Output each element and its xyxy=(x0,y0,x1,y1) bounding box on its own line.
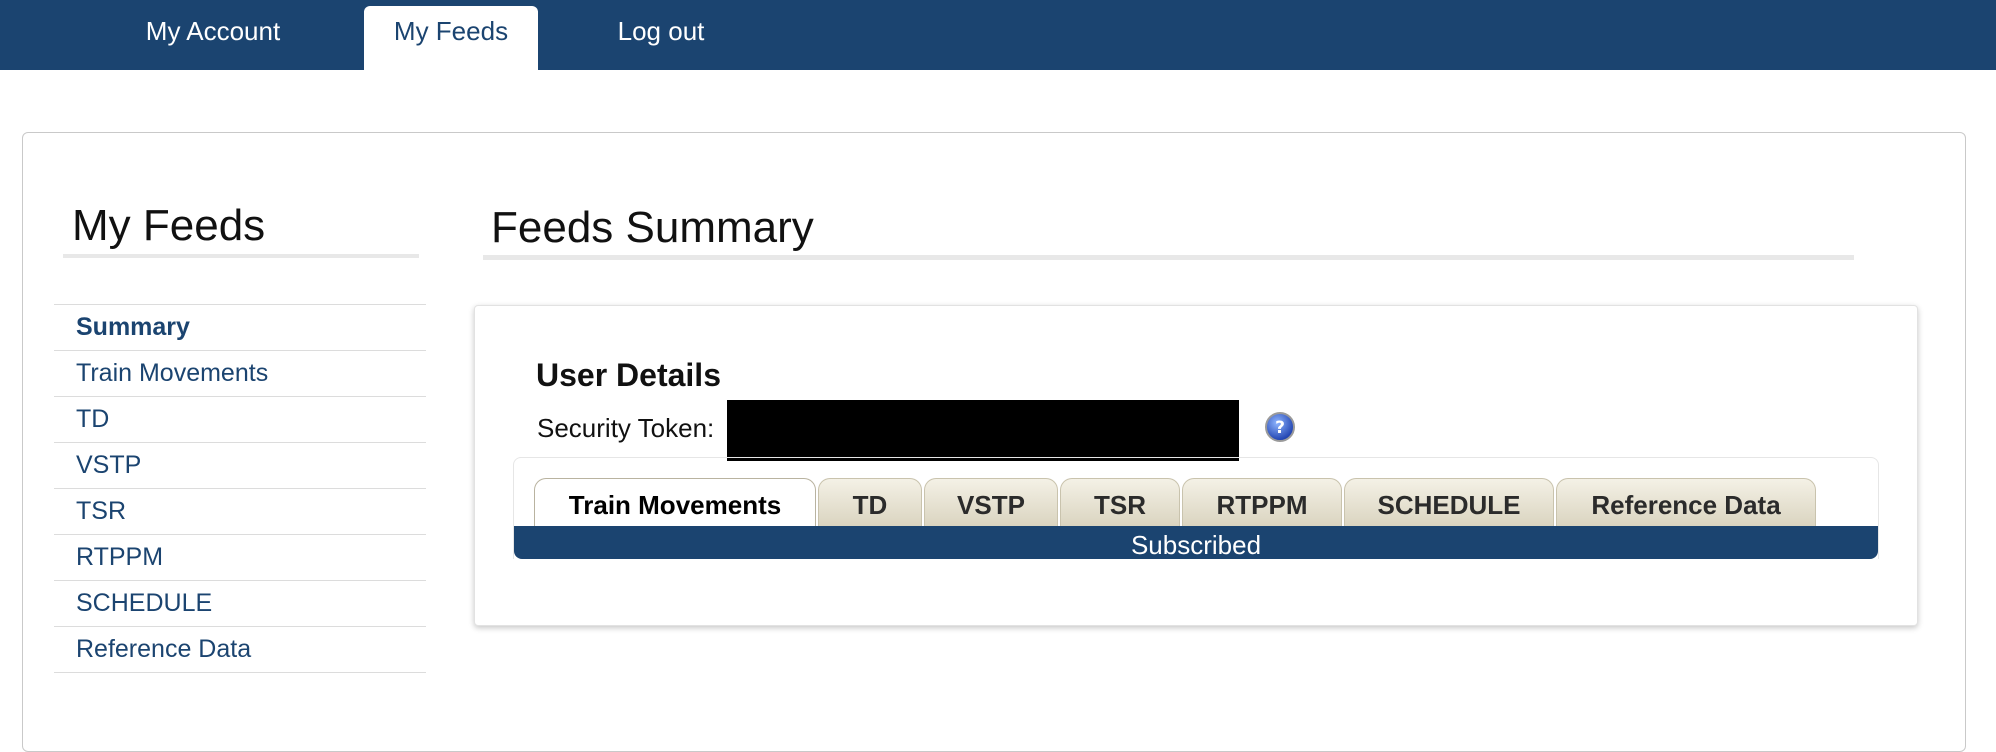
tab-tsr[interactable]: TSR xyxy=(1060,478,1180,530)
sidebar-item-rtppm[interactable]: RTPPM xyxy=(54,535,426,581)
topnav-my-feeds[interactable]: My Feeds xyxy=(364,6,538,70)
top-navigation-bar: My Account My Feeds Log out xyxy=(0,0,1996,70)
security-token-label: Security Token: xyxy=(537,413,715,443)
page-title: Feeds Summary xyxy=(491,203,814,252)
tab-vstp[interactable]: VSTP xyxy=(924,478,1058,530)
sidebar-title: My Feeds xyxy=(72,201,266,250)
topnav-log-out[interactable]: Log out xyxy=(586,6,736,70)
question-circle-icon: ? xyxy=(1265,412,1295,442)
sidebar-title-divider xyxy=(63,254,419,258)
security-token-value xyxy=(727,400,1239,461)
page-title-divider xyxy=(483,255,1854,260)
sidebar-item-vstp[interactable]: VSTP xyxy=(54,443,426,489)
tab-reference-data[interactable]: Reference Data xyxy=(1556,478,1816,530)
topnav-my-account[interactable]: My Account xyxy=(110,6,316,70)
sidebar-item-schedule[interactable]: SCHEDULE xyxy=(54,581,426,627)
user-details-heading: User Details xyxy=(536,357,721,393)
help-icon[interactable]: ? xyxy=(1264,411,1296,443)
tab-schedule[interactable]: SCHEDULE xyxy=(1344,478,1554,530)
svg-text:?: ? xyxy=(1275,418,1285,438)
sidebar-item-td[interactable]: TD xyxy=(54,397,426,443)
sidebar-item-train-movements[interactable]: Train Movements xyxy=(54,351,426,397)
sidebar-item-summary[interactable]: Summary xyxy=(54,305,426,351)
tab-rtppm[interactable]: RTPPM xyxy=(1182,478,1342,530)
tab-train-movements[interactable]: Train Movements xyxy=(534,478,816,530)
subscription-status: Subscribed xyxy=(514,526,1878,560)
sidebar-nav: Summary Train Movements TD VSTP TSR RTPP… xyxy=(54,304,426,673)
sidebar-item-reference-data[interactable]: Reference Data xyxy=(54,627,426,673)
tab-td[interactable]: TD xyxy=(818,478,922,530)
sidebar-item-tsr[interactable]: TSR xyxy=(54,489,426,535)
